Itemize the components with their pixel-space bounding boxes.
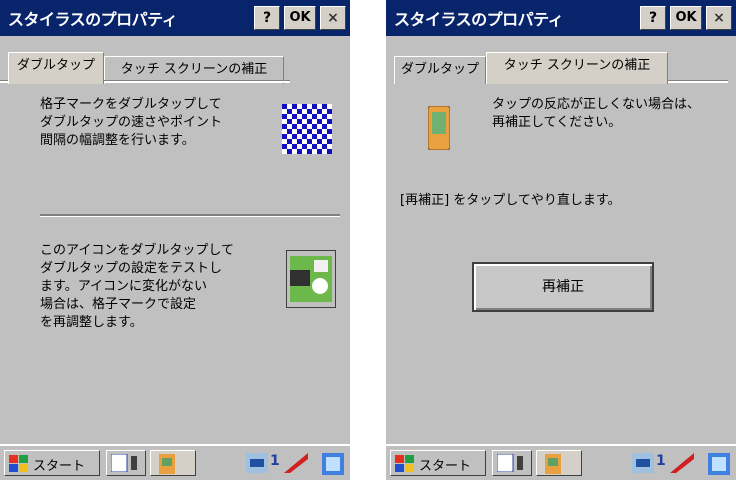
section-divider <box>40 214 340 217</box>
desktop-icon[interactable] <box>322 453 344 475</box>
windows-flag-icon <box>395 455 414 472</box>
system-tray: 1 <box>628 450 698 476</box>
calibration-info: タップの反応が正しくない場合は、 再補正してください。 <box>492 97 701 130</box>
help-button[interactable]: ? <box>254 6 280 30</box>
start-label: スタート <box>419 459 472 474</box>
tab-strip: ダブルタップ タッチ スクリーンの補正 <box>0 36 350 84</box>
start-label: スタート <box>33 459 86 474</box>
close-button[interactable]: × <box>320 6 346 30</box>
stylus-app-icon <box>159 454 175 474</box>
window-title: スタイラスのプロパティ <box>8 10 178 29</box>
taskbar: スタート 1 <box>0 444 350 480</box>
taskbar-app-1[interactable] <box>492 450 532 476</box>
title-bar: スタイラスのプロパティ ? OK × <box>0 0 350 36</box>
test-icon[interactable] <box>286 250 336 308</box>
tab-touch-calibration[interactable]: タッチ スクリーンの補正 <box>486 52 668 84</box>
app-icon <box>497 454 523 472</box>
test-instructions: このアイコンをダブルタップして ダブルタップの設定をテストし ます。アイコンに変… <box>40 243 234 330</box>
window-title: スタイラスのプロパティ <box>394 10 564 29</box>
taskbar: スタート 1 <box>386 444 736 480</box>
help-button[interactable]: ? <box>640 6 666 30</box>
right-screen: スタイラスのプロパティ ? OK × ダブルタップ タッチ スクリーンの補正 タ… <box>386 0 736 480</box>
left-screen: スタイラスのプロパティ ? OK × ダブルタップ タッチ スクリーンの補正 格… <box>0 0 350 480</box>
recalibrate-instructions: [再補正] をタップしてやり直します。 <box>400 193 621 208</box>
taskbar-app-2[interactable] <box>150 450 196 476</box>
system-tray: 1 <box>242 450 312 476</box>
pen-icon[interactable] <box>284 453 308 473</box>
title-bar: スタイラスのプロパティ ? OK × <box>386 0 736 36</box>
desktop-icon[interactable] <box>708 453 730 475</box>
taskbar-app-2[interactable] <box>536 450 582 476</box>
tab-double-tap[interactable]: ダブルタップ <box>394 56 486 84</box>
app-icon <box>111 454 137 472</box>
tray-number: 1 <box>270 453 280 469</box>
network-icon[interactable] <box>246 453 268 473</box>
network-icon[interactable] <box>632 453 654 473</box>
checker-grid-icon[interactable] <box>282 104 332 154</box>
double-tap-instructions: 格子マークをダブルタップして ダブルタップの速さやポイント 間隔の幅調整を行いま… <box>40 97 223 148</box>
tray-number: 1 <box>656 453 666 469</box>
taskbar-app-1[interactable] <box>106 450 146 476</box>
ok-button[interactable]: OK <box>670 6 702 30</box>
tab-strip: ダブルタップ タッチ スクリーンの補正 <box>386 36 736 84</box>
pda-icon <box>428 106 450 150</box>
tab-double-tap[interactable]: ダブルタップ <box>8 52 104 84</box>
pen-icon[interactable] <box>670 453 694 473</box>
windows-flag-icon <box>9 455 28 472</box>
stylus-app-icon <box>545 454 561 474</box>
ok-button[interactable]: OK <box>284 6 316 30</box>
start-button[interactable]: スタート <box>390 450 486 476</box>
start-button[interactable]: スタート <box>4 450 100 476</box>
recalibrate-button[interactable]: 再補正 <box>472 262 654 312</box>
close-button[interactable]: × <box>706 6 732 30</box>
